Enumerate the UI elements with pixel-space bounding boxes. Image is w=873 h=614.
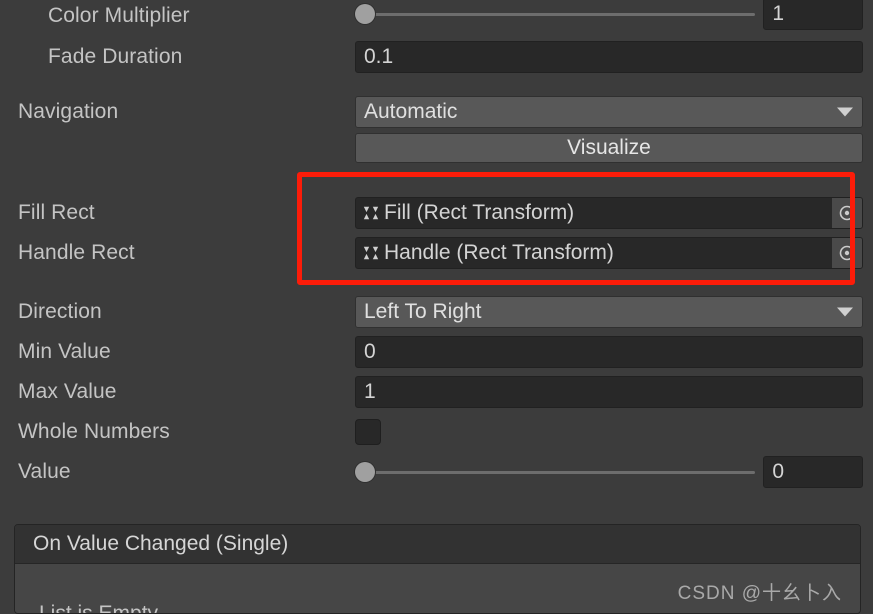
whole-numbers-checkbox[interactable] <box>355 419 381 445</box>
row-visualize: Visualize <box>0 128 873 168</box>
row-fill-rect: Fill Rect Fill (Rect Transform) <box>0 193 873 233</box>
max-value-input[interactable]: 1 <box>355 376 863 408</box>
fade-duration-field: 0.1 <box>355 41 863 73</box>
min-value-field: 0 <box>355 336 863 368</box>
fill-rect-object-name: Fill (Rect Transform) <box>384 201 575 224</box>
whole-numbers-field <box>355 419 863 445</box>
min-value-input[interactable]: 0 <box>355 336 863 368</box>
csdn-watermark: CSDN @十幺卜入 <box>677 583 842 604</box>
slider-knob[interactable] <box>355 462 375 482</box>
slider-knob[interactable] <box>355 4 375 24</box>
navigation-dropdown-value: Automatic <box>364 100 458 123</box>
navigation-dropdown[interactable]: Automatic <box>355 96 863 128</box>
handle-rect-object-field[interactable]: Handle (Rect Transform) <box>355 237 863 269</box>
direction-field: Left To Right <box>355 296 863 328</box>
fill-rect-object-field[interactable]: Fill (Rect Transform) <box>355 197 863 229</box>
row-value: Value 0 <box>0 452 873 492</box>
row-whole-numbers: Whole Numbers <box>0 412 873 452</box>
row-navigation: Navigation Automatic <box>0 92 873 132</box>
slider-track[interactable] <box>364 470 756 474</box>
row-min-value: Min Value 0 <box>0 332 873 372</box>
handle-rect-object-name: Handle (Rect Transform) <box>384 241 614 264</box>
whole-numbers-label: Whole Numbers <box>18 420 170 443</box>
fade-duration-input[interactable]: 0.1 <box>355 41 863 73</box>
handle-rect-field: Handle (Rect Transform) <box>355 237 863 269</box>
fade-duration-label: Fade Duration <box>48 45 183 68</box>
color-multiplier-field: 1 <box>355 0 863 30</box>
slider-track[interactable] <box>364 12 756 16</box>
max-value-field: 1 <box>355 376 863 408</box>
navigation-label: Navigation <box>18 100 119 123</box>
rect-transform-icon <box>363 206 379 220</box>
fill-rect-field: Fill (Rect Transform) <box>355 197 863 229</box>
visualize-field: Visualize <box>355 133 863 163</box>
visualize-button[interactable]: Visualize <box>355 133 863 163</box>
value-field: 0 <box>355 456 863 488</box>
color-multiplier-slider[interactable] <box>355 0 756 28</box>
value-slider[interactable] <box>355 458 756 486</box>
fill-rect-label: Fill Rect <box>18 201 95 224</box>
object-picker-icon[interactable] <box>832 238 862 268</box>
direction-label: Direction <box>18 300 102 323</box>
value-label: Value <box>18 460 71 483</box>
row-color-multiplier: Color Multiplier 1 <box>0 0 873 36</box>
value-number-input[interactable]: 0 <box>763 456 863 488</box>
on-value-changed-body: List is Empty CSDN @十幺卜入 <box>15 564 860 613</box>
row-fade-duration: Fade Duration 0.1 <box>0 37 873 77</box>
row-direction: Direction Left To Right <box>0 292 873 332</box>
color-multiplier-value-input[interactable]: 1 <box>763 0 863 30</box>
object-picker-icon[interactable] <box>832 198 862 228</box>
max-value-label: Max Value <box>18 380 117 403</box>
direction-dropdown-value: Left To Right <box>364 300 482 323</box>
rect-transform-icon <box>363 246 379 260</box>
color-multiplier-label: Color Multiplier <box>48 4 190 27</box>
min-value-label: Min Value <box>18 340 111 363</box>
chevron-down-icon <box>837 107 853 117</box>
navigation-field: Automatic <box>355 96 863 128</box>
list-is-empty-label: List is Empty <box>39 602 159 614</box>
unity-inspector-panel: Color Multiplier 1 Fade Duration 0.1 Nav… <box>0 0 873 614</box>
direction-dropdown[interactable]: Left To Right <box>355 296 863 328</box>
on-value-changed-header[interactable]: On Value Changed (Single) <box>15 525 860 564</box>
row-max-value: Max Value 1 <box>0 372 873 412</box>
row-handle-rect: Handle Rect Handle (Rect Transform) <box>0 233 873 273</box>
chevron-down-icon <box>837 307 853 317</box>
on-value-changed-panel: On Value Changed (Single) List is Empty … <box>14 524 861 614</box>
handle-rect-label: Handle Rect <box>18 241 135 264</box>
